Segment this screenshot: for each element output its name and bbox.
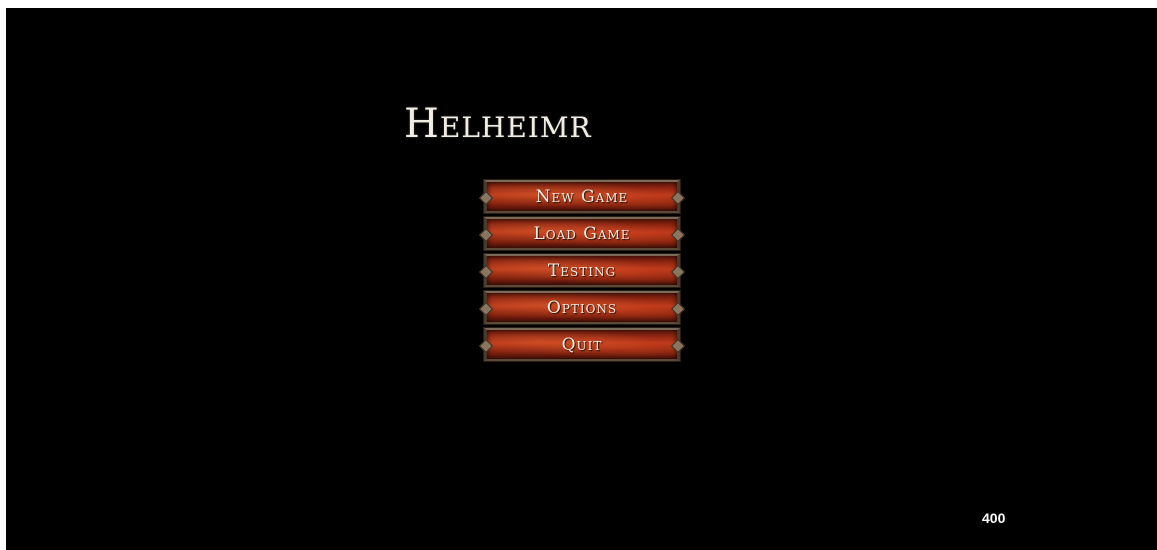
- load-game-label: Load Game: [533, 223, 631, 244]
- fps-counter: 400: [982, 510, 1006, 526]
- new-game-label: New Game: [535, 186, 629, 207]
- new-game-button[interactable]: New Game: [484, 180, 680, 213]
- quit-label: Quit: [561, 334, 603, 355]
- game-viewport: Helheimr New Game Load Game Testing Opti…: [6, 8, 1157, 550]
- options-button[interactable]: Options: [484, 291, 680, 324]
- testing-label: Testing: [547, 260, 617, 281]
- game-title: Helheimr: [404, 101, 592, 147]
- options-label: Options: [546, 297, 618, 318]
- main-menu: New Game Load Game Testing Options Quit: [484, 180, 680, 365]
- quit-button[interactable]: Quit: [484, 328, 680, 361]
- testing-button[interactable]: Testing: [484, 254, 680, 287]
- load-game-button[interactable]: Load Game: [484, 217, 680, 250]
